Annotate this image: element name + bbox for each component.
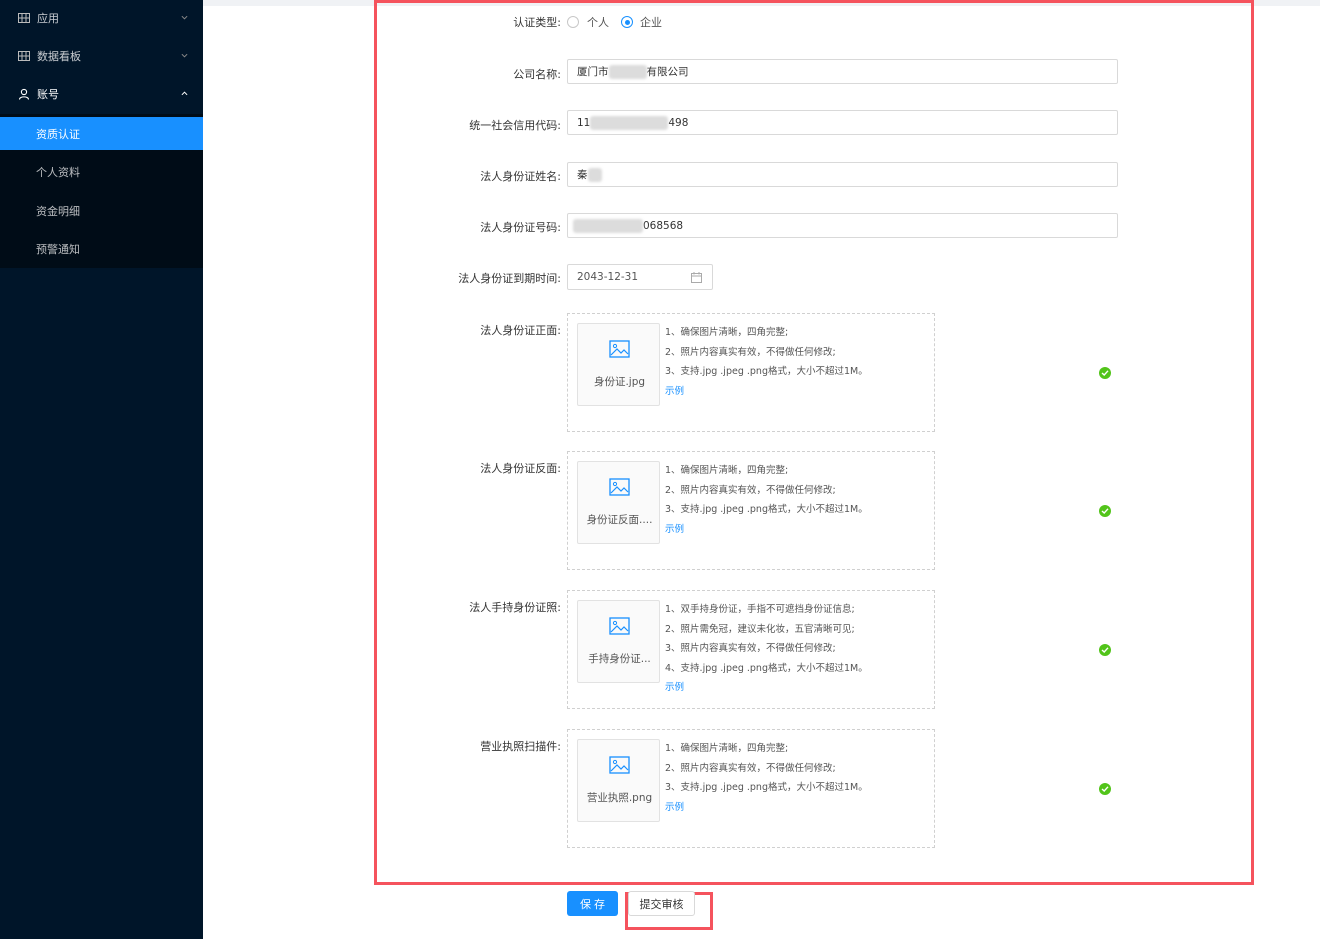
- sidebar-item-alerts[interactable]: 预警通知: [0, 232, 203, 265]
- image-icon: [609, 756, 630, 774]
- id-back-label: 法人身份证反面:: [480, 462, 561, 475]
- sidebar-item-profile[interactable]: 个人资料: [0, 155, 203, 188]
- id-handheld-upload-box[interactable]: 手持身份证...: [577, 600, 660, 683]
- upload-filename: 身份证.jpg: [593, 376, 646, 388]
- id-handheld-label: 法人手持身份证照:: [469, 601, 561, 614]
- legal-name-prefix: 秦: [577, 169, 588, 181]
- tip-line: 2、照片内容真实有效，不得做任何修改;: [665, 762, 836, 774]
- upload-filename: 营业执照.png: [586, 792, 653, 804]
- example-link[interactable]: 示例: [665, 798, 868, 818]
- image-icon: [609, 478, 630, 496]
- tip-line: 4、支持.jpg .jpeg .png格式，大小不超过1M。: [665, 662, 868, 674]
- menu-item-label: 应用: [37, 12, 59, 25]
- tip-line: 3、支持.jpg .jpeg .png格式，大小不超过1M。: [665, 782, 868, 793]
- sidebar-item-certification[interactable]: 资质认证: [0, 117, 203, 150]
- radio-enterprise-label: 企业: [640, 16, 662, 29]
- tip-line: 1、确保图片清晰，四角完整;: [665, 743, 789, 754]
- example-link[interactable]: 示例: [665, 678, 868, 698]
- tip-line: 1、确保图片清晰，四角完整;: [665, 465, 789, 476]
- save-button[interactable]: 保存: [567, 891, 618, 916]
- credit-code-suffix: 498: [668, 116, 689, 129]
- sidebar: 应用 数据看板 账号 资质认证 个人资料 资金明细 预警通知: [0, 0, 203, 939]
- check-circle-icon: [1099, 644, 1111, 656]
- example-link[interactable]: 示例: [665, 520, 868, 540]
- company-name-input[interactable]: 厦门市 有限公司: [567, 59, 1118, 84]
- redacted-text: [608, 64, 647, 79]
- license-label: 营业执照扫描件:: [480, 740, 561, 753]
- legal-id-label: 法人身份证号码:: [480, 221, 561, 234]
- id-front-upload-box[interactable]: 身份证.jpg: [577, 323, 660, 406]
- upload-tips: 1、确保图片清晰，四角完整; 2、照片内容真实有效，不得做任何修改; 3、支持.…: [665, 461, 868, 539]
- tip-line: 1、确保图片清晰，四角完整;: [665, 327, 789, 338]
- id-handheld-upload-area: 手持身份证... 1、双手持身份证，手指不可遮挡身份证信息; 2、照片需免冠，建…: [567, 590, 935, 709]
- tip-line: 1、双手持身份证，手指不可遮挡身份证信息;: [665, 604, 855, 615]
- sidebar-item-funds[interactable]: 资金明细: [0, 194, 203, 227]
- id-expiry-value: 2043-12-31: [577, 271, 639, 283]
- legal-id-input[interactable]: 068568: [567, 213, 1118, 238]
- check-circle-icon: [1099, 783, 1111, 795]
- redacted-text: [573, 218, 643, 233]
- upload-filename: 手持身份证...: [588, 653, 651, 665]
- tip-line: 3、支持.jpg .jpeg .png格式，大小不超过1M。: [665, 366, 868, 377]
- example-link[interactable]: 示例: [665, 382, 868, 402]
- id-expiry-label: 法人身份证到期时间:: [458, 272, 561, 285]
- check-circle-icon: [1099, 505, 1111, 517]
- menu-item-dashboard[interactable]: 数据看板: [0, 38, 203, 74]
- chevron-up-icon: [181, 91, 188, 96]
- redacted-text: [587, 167, 602, 182]
- menu-item-label: 账号: [37, 88, 59, 101]
- id-front-upload-area: 身份证.jpg 1、确保图片清晰，四角完整; 2、照片内容真实有效，不得做任何修…: [567, 313, 935, 432]
- license-upload-area: 营业执照.png 1、确保图片清晰，四角完整; 2、照片内容真实有效，不得做任何…: [567, 729, 935, 848]
- menu-item-apps[interactable]: 应用: [0, 0, 203, 36]
- company-name-suffix: 有限公司: [646, 66, 689, 78]
- radio-enterprise[interactable]: [621, 16, 633, 28]
- tip-line: 2、照片内容真实有效，不得做任何修改;: [665, 484, 836, 496]
- credit-code-prefix: 11: [577, 116, 591, 129]
- upload-filename: 身份证反面....: [586, 514, 653, 526]
- radio-personal[interactable]: [567, 16, 579, 28]
- tip-line: 2、照片内容真实有效，不得做任何修改;: [665, 346, 836, 358]
- calendar-icon: [691, 272, 702, 283]
- user-icon: [18, 88, 30, 100]
- company-name-label: 公司名称:: [513, 68, 561, 81]
- legal-name-label: 法人身份证姓名:: [480, 170, 561, 183]
- id-front-label: 法人身份证正面:: [480, 324, 561, 337]
- credit-code-input[interactable]: 11 498: [567, 110, 1118, 135]
- id-expiry-datepicker[interactable]: 2043-12-31: [567, 264, 713, 290]
- chevron-down-icon: [181, 53, 188, 58]
- menu-item-label: 数据看板: [37, 50, 81, 63]
- tip-line: 3、照片内容真实有效，不得做任何修改;: [665, 643, 836, 654]
- id-back-upload-box[interactable]: 身份证反面....: [577, 461, 660, 544]
- menu-item-account[interactable]: 账号: [0, 76, 203, 112]
- radio-personal-label: 个人: [587, 16, 609, 29]
- chevron-down-icon: [181, 15, 188, 20]
- upload-tips: 1、双手持身份证，手指不可遮挡身份证信息; 2、照片需免冠，建议未化妆，五官清晰…: [665, 600, 868, 698]
- image-icon: [609, 340, 630, 358]
- check-circle-icon: [1099, 367, 1111, 379]
- tip-line: 3、支持.jpg .jpeg .png格式，大小不超过1M。: [665, 504, 868, 515]
- cert-type-label: 认证类型:: [513, 16, 561, 29]
- tip-line: 2、照片需免冠，建议未化妆，五官清晰可见;: [665, 623, 855, 635]
- upload-tips: 1、确保图片清晰，四角完整; 2、照片内容真实有效，不得做任何修改; 3、支持.…: [665, 323, 868, 401]
- company-name-prefix: 厦门市: [577, 66, 609, 78]
- grid-icon: [18, 51, 30, 61]
- upload-tips: 1、确保图片清晰，四角完整; 2、照片内容真实有效，不得做任何修改; 3、支持.…: [665, 739, 868, 817]
- legal-id-suffix: 068568: [643, 219, 684, 232]
- legal-name-input[interactable]: 秦: [567, 162, 1118, 187]
- submenu: 资质认证 个人资料 资金明细 预警通知: [0, 114, 203, 268]
- submit-review-button[interactable]: 提交审核: [628, 891, 695, 916]
- grid-icon: [18, 13, 30, 23]
- license-upload-box[interactable]: 营业执照.png: [577, 739, 660, 822]
- image-icon: [609, 617, 630, 635]
- credit-code-label: 统一社会信用代码:: [469, 119, 561, 132]
- id-back-upload-area: 身份证反面.... 1、确保图片清晰，四角完整; 2、照片内容真实有效，不得做任…: [567, 451, 935, 570]
- redacted-text: [590, 115, 669, 130]
